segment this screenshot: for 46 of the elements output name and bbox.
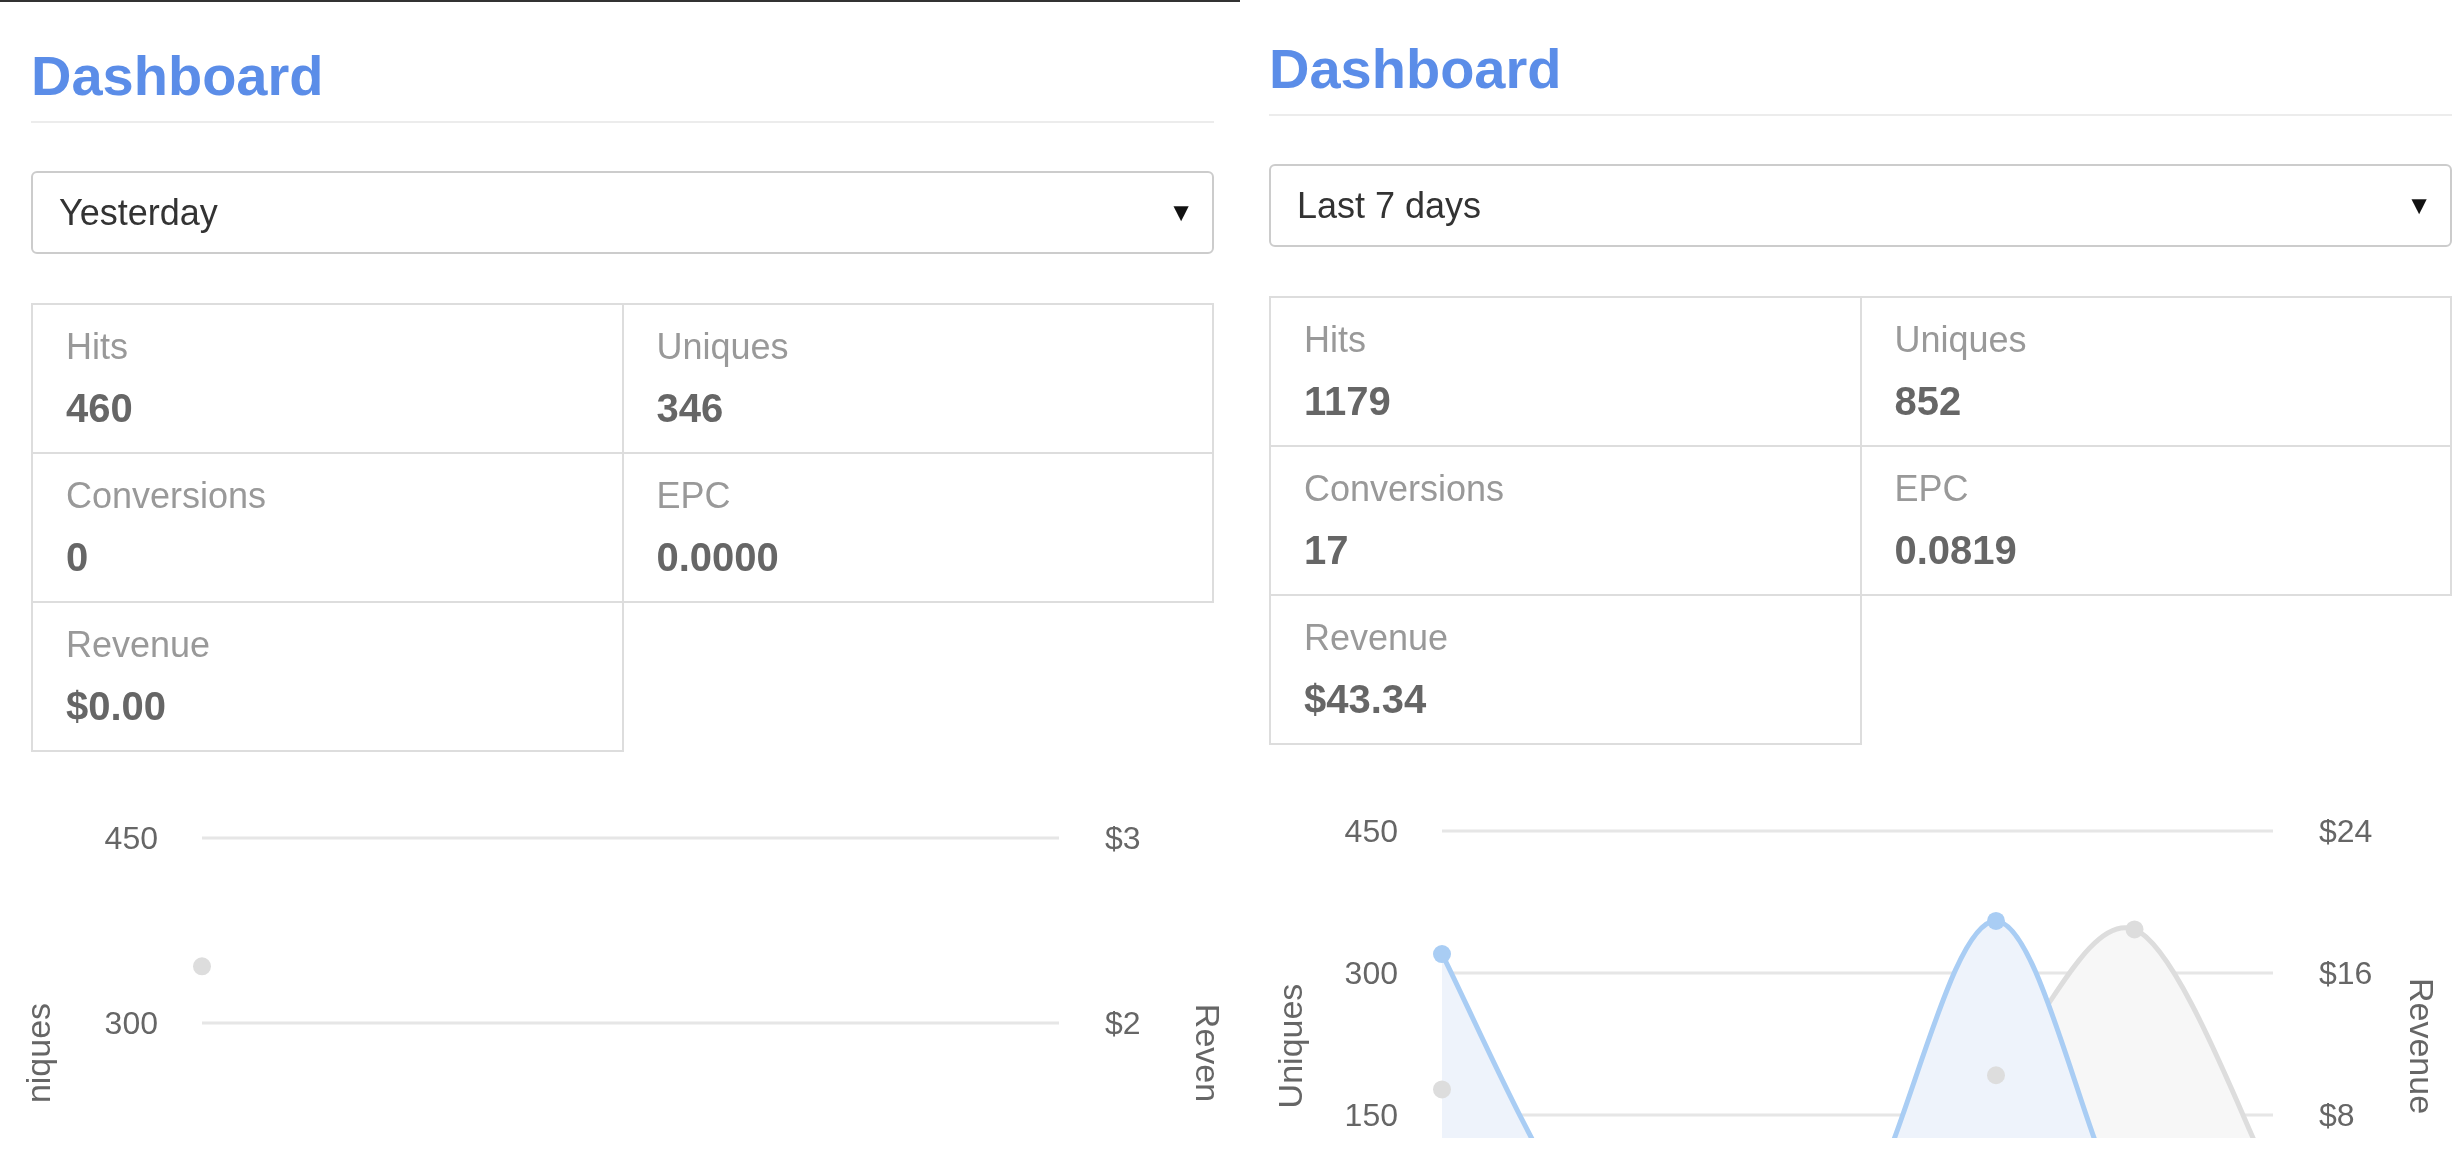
stat-label: EPC — [656, 474, 732, 517]
stat-value: 0.0819 — [1894, 527, 2018, 574]
data-point — [2125, 920, 2144, 939]
stat-value: $0.00 — [66, 683, 168, 730]
caret-icon: ▼ — [2406, 190, 2432, 221]
stat-label: Uniques — [656, 325, 790, 368]
data-point — [1433, 945, 1451, 964]
stat-label: Revenue — [1304, 616, 1450, 659]
stat-label: Conversions — [66, 474, 268, 517]
axis-tick-label: $8 — [2319, 1097, 2355, 1133]
date-range-dropdown[interactable]: Yesterday ▼ — [31, 171, 1214, 254]
stat-label: Uniques — [1894, 318, 2028, 361]
axis-tick-label: 150 — [1344, 1097, 1398, 1133]
axis-tick-label: 450 — [1344, 813, 1398, 849]
axis-tick-label: $24 — [2319, 813, 2373, 849]
data-point — [1987, 1066, 2005, 1085]
axis-title: Uniques — [1271, 983, 1309, 1109]
axis-title: Revenue — [2403, 977, 2441, 1115]
axis-title: Reven — [1189, 1003, 1227, 1103]
stat-value: 0 — [66, 534, 90, 581]
stat-value: 17 — [1304, 527, 1350, 574]
stat-value: 852 — [1894, 378, 1963, 425]
axis-tick-label: $16 — [2319, 955, 2373, 991]
stat-value: 1179 — [1304, 378, 1392, 425]
page-title: Dashboard — [1269, 36, 1562, 102]
axis-tick-label: 300 — [104, 1005, 158, 1041]
stat-value: 0.0000 — [656, 534, 780, 581]
axis-tick-label: 300 — [1344, 955, 1398, 991]
caret-icon: ▼ — [1168, 197, 1194, 228]
axis-tick-label: $2 — [1105, 1005, 1141, 1041]
stat-label: Revenue — [66, 623, 212, 666]
stat-value: $43.34 — [1304, 676, 1428, 723]
stat-value: 460 — [66, 385, 134, 432]
stat-label: EPC — [1894, 467, 1970, 510]
stat-value: 346 — [656, 385, 725, 432]
date-range-dropdown[interactable]: Last 7 days ▼ — [1269, 164, 2452, 247]
data-point — [193, 957, 211, 976]
axis-title: niques — [19, 1002, 57, 1104]
stat-label: Hits — [1304, 318, 1367, 361]
axis-tick-label: $3 — [1105, 820, 1141, 856]
data-point — [1987, 911, 2005, 930]
page-title: Dashboard — [31, 43, 324, 109]
stat-label: Hits — [66, 325, 129, 368]
stat-label: Conversions — [1304, 467, 1506, 510]
axis-tick-label: 450 — [104, 820, 158, 856]
data-point — [1433, 1080, 1451, 1099]
